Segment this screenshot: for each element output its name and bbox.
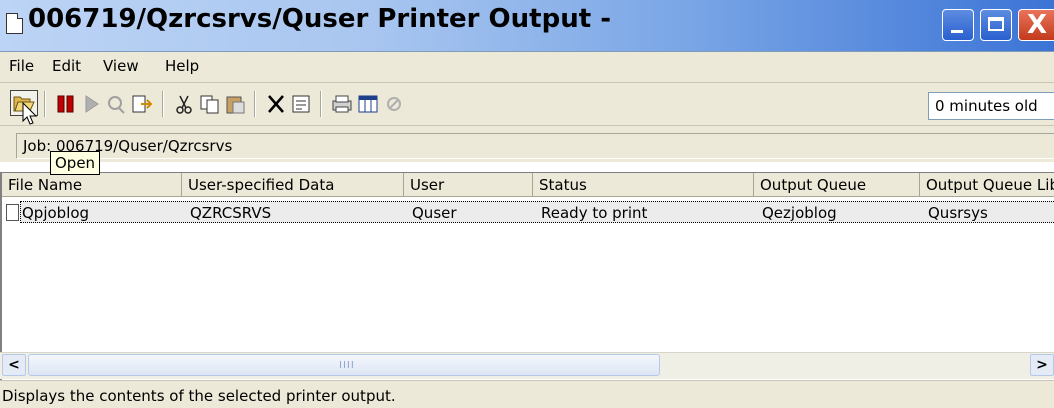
columns-button[interactable] bbox=[356, 93, 380, 115]
title-bar: 006719/Qzrcsrvs/Quser Printer Output - X bbox=[0, 0, 1054, 52]
stop-icon bbox=[387, 97, 401, 111]
hold-icon bbox=[57, 95, 74, 113]
table-row[interactable]: Qpjoblog QZRCSRVS Quser Ready to print Q… bbox=[2, 201, 1054, 225]
toolbar-separator bbox=[254, 91, 256, 117]
age-indicator: 0 minutes old bbox=[928, 92, 1054, 120]
release-button[interactable] bbox=[80, 93, 104, 115]
job-path-bar: Job: 006719/Quser/Qzrcsrvs bbox=[0, 126, 1054, 162]
menu-file[interactable]: File bbox=[9, 57, 34, 75]
column-header-user-data[interactable]: User-specified Data bbox=[182, 173, 404, 197]
column-header-status[interactable]: Status bbox=[533, 173, 754, 197]
column-header-row: File Name User-specified Data User Statu… bbox=[2, 173, 1054, 197]
horizontal-scrollbar[interactable]: < IIII > bbox=[0, 352, 1054, 379]
paste-icon bbox=[226, 96, 245, 114]
row-selection bbox=[20, 201, 1054, 223]
menu-edit[interactable]: Edit bbox=[52, 57, 81, 75]
status-text: Displays the contents of the selected pr… bbox=[2, 387, 396, 405]
printer-icon bbox=[332, 95, 352, 113]
scroll-left-button[interactable]: < bbox=[2, 354, 26, 376]
scroll-thumb[interactable]: IIII bbox=[28, 354, 660, 376]
chevron-right-icon: > bbox=[1036, 357, 1048, 373]
copy-icon bbox=[200, 95, 219, 114]
move-button[interactable] bbox=[130, 93, 154, 115]
close-button[interactable]: X bbox=[1018, 9, 1054, 41]
window-title: 006719/Qzrcsrvs/Quser Printer Output - bbox=[28, 4, 611, 34]
toolbar: 0 minutes old bbox=[0, 83, 1054, 126]
column-header-file-name[interactable]: File Name bbox=[2, 173, 182, 197]
properties-button[interactable] bbox=[290, 93, 314, 115]
status-bar: Displays the contents of the selected pr… bbox=[0, 380, 1054, 408]
cell-user-data: QZRCSRVS bbox=[190, 204, 272, 222]
cell-output-queue-library: Qusrsys bbox=[928, 204, 988, 222]
toolbar-separator bbox=[44, 91, 46, 117]
minimize-button[interactable] bbox=[942, 9, 974, 41]
printer-button[interactable] bbox=[330, 93, 354, 115]
hold-button[interactable] bbox=[54, 93, 78, 115]
column-header-output-queue-library[interactable]: Output Queue Library bbox=[920, 173, 1054, 197]
chevron-left-icon: < bbox=[8, 357, 20, 373]
delete-icon bbox=[268, 95, 284, 113]
properties-icon bbox=[292, 95, 310, 113]
move-icon bbox=[132, 95, 153, 113]
cell-user: Quser bbox=[412, 204, 457, 222]
reply-button[interactable] bbox=[104, 93, 128, 115]
document-icon bbox=[6, 13, 23, 34]
cell-output-queue: Qezjoblog bbox=[762, 204, 837, 222]
toolbar-separator bbox=[162, 91, 164, 117]
cut-button[interactable] bbox=[172, 93, 196, 115]
job-path: Job: 006719/Quser/Qzrcsrvs bbox=[16, 133, 1054, 159]
release-icon bbox=[85, 95, 99, 113]
copy-button[interactable] bbox=[198, 93, 222, 115]
tooltip: Open bbox=[50, 151, 101, 175]
reply-icon bbox=[108, 96, 125, 114]
menu-bar: File Edit View Help bbox=[0, 52, 1054, 83]
cell-file-name: Qpjoblog bbox=[22, 204, 90, 222]
mouse-cursor-icon bbox=[22, 102, 38, 125]
menu-help[interactable]: Help bbox=[165, 57, 199, 75]
column-header-user[interactable]: User bbox=[404, 173, 533, 197]
toolbar-separator bbox=[320, 91, 322, 117]
grip-icon: IIII bbox=[339, 360, 355, 371]
paste-button[interactable] bbox=[224, 93, 248, 115]
output-list[interactable]: File Name User-specified Data User Statu… bbox=[0, 172, 1054, 380]
scroll-right-button[interactable]: > bbox=[1030, 354, 1054, 376]
column-header-output-queue[interactable]: Output Queue bbox=[754, 173, 920, 197]
menu-view[interactable]: View bbox=[103, 57, 139, 75]
close-icon: X bbox=[1027, 10, 1048, 40]
document-icon bbox=[6, 204, 19, 221]
maximize-button[interactable] bbox=[980, 9, 1012, 41]
stop-button[interactable] bbox=[382, 93, 406, 115]
cut-icon bbox=[176, 95, 192, 114]
cell-status: Ready to print bbox=[541, 204, 648, 222]
columns-icon bbox=[358, 95, 378, 113]
delete-button[interactable] bbox=[264, 93, 288, 115]
